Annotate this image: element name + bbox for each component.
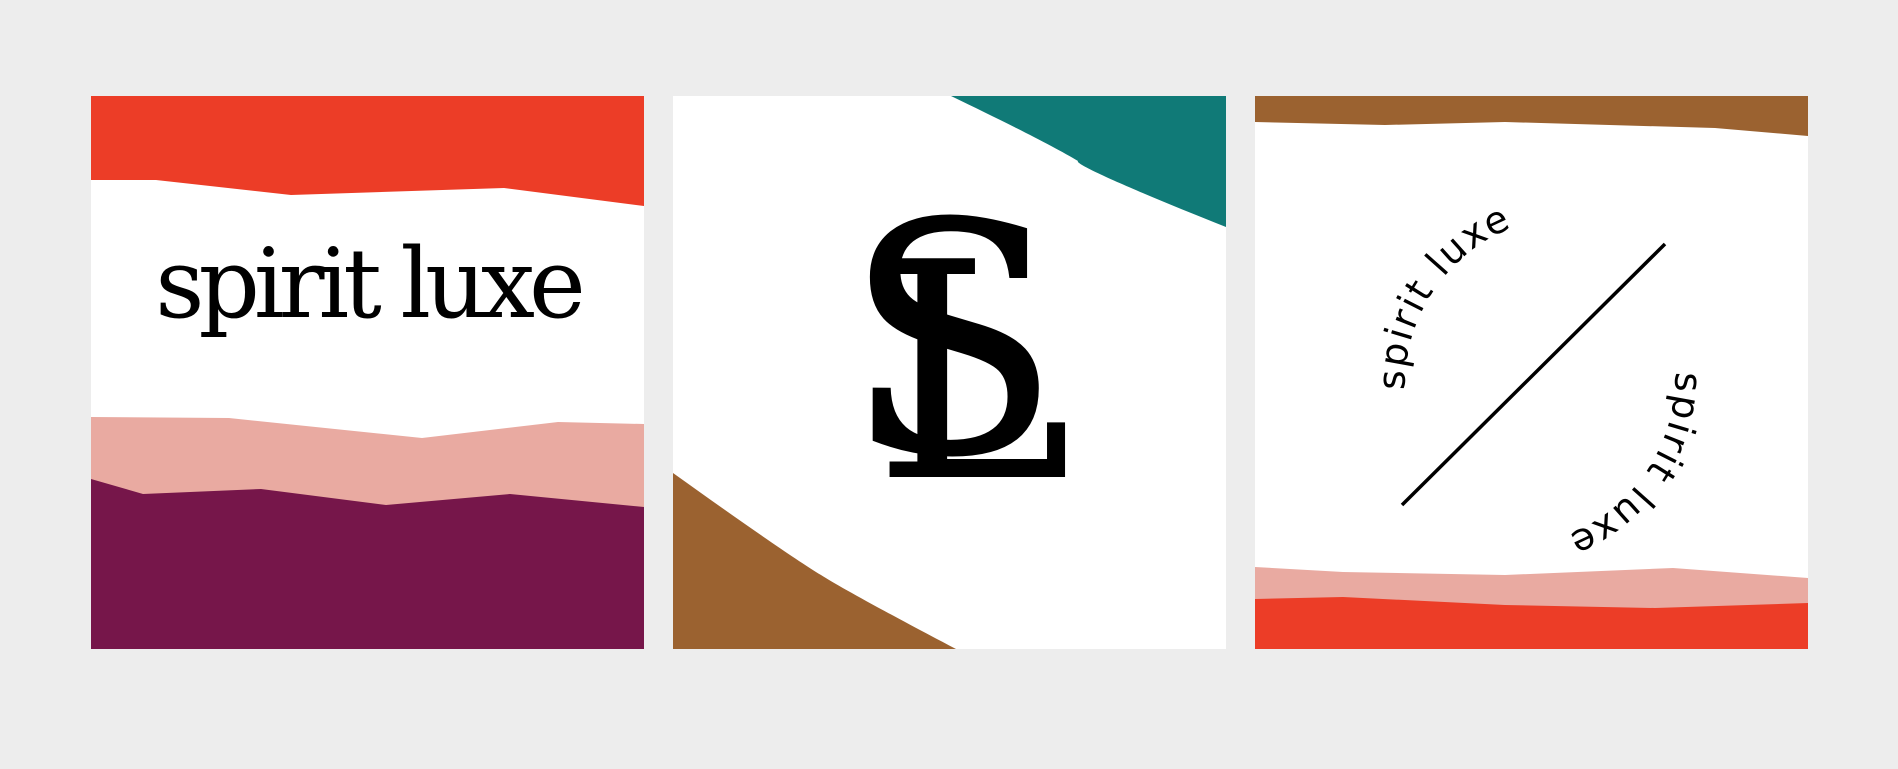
monogram-card: S L — [673, 96, 1226, 649]
wordmark-card-stripes — [91, 96, 644, 649]
red-top-band — [91, 96, 644, 206]
wordmark-text: spirit luxe — [155, 228, 586, 340]
wordmark-card: spirit luxe — [91, 96, 644, 649]
seal-text-bottom: spirit luxe — [1563, 371, 1711, 567]
seal-text-top: spirit luxe — [1369, 195, 1517, 391]
brown-top-band — [1255, 96, 1808, 136]
monogram-l-glyph: L — [873, 199, 1073, 548]
seal-card-art: spirit luxe spirit luxe — [1255, 96, 1808, 649]
seal-card: spirit luxe spirit luxe — [1255, 96, 1808, 649]
plum-band — [91, 479, 644, 649]
brand-board: spirit luxe S L spirit luxe spirit luxe — [0, 0, 1898, 769]
